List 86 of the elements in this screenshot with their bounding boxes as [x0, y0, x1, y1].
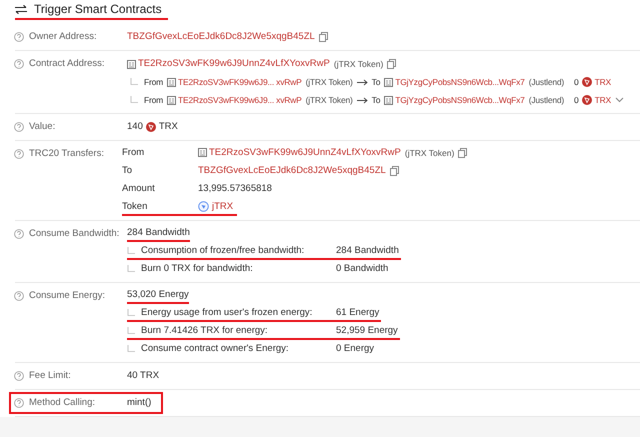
contract-icon: [167, 78, 176, 86]
to-label: To: [372, 76, 380, 88]
help-icon: [14, 59, 24, 69]
field-label: Fee Limit:: [29, 370, 71, 382]
help-icon: [14, 371, 24, 381]
resource-item-value: 0 Energy: [336, 342, 376, 354]
resource-item-value: 284 Bandwidth: [336, 244, 400, 256]
contract-icon: [384, 96, 394, 104]
field-label: Consume Energy:: [29, 290, 106, 302]
address-link[interactable]: TE2RzoSV3wFK99w6J9UnnZ4vLfXYoxvRwP: [138, 58, 330, 70]
address-link[interactable]: TE2RzoSV3wFK99w6J9... xvRwP: [178, 94, 302, 106]
transfer-label: From: [122, 146, 146, 158]
address-link[interactable]: TE2RzoSV3wFK99w6J9... xvRwP: [178, 76, 302, 88]
contract-icon: [384, 78, 394, 86]
resource-item-label: Burn 7.41426 TRX for energy:: [141, 324, 269, 336]
address-link[interactable]: TBZGfGvexLcEoEJdk6Dc8J2We5xqgB45ZL: [127, 31, 315, 43]
branch-icon: [127, 326, 135, 334]
resource-item-label: Energy usage from user's frozen energy:: [141, 306, 314, 318]
copy-icon[interactable]: [458, 148, 468, 158]
section-title: Trigger Smart Contracts: [34, 3, 162, 15]
transfer-label: Amount: [122, 182, 156, 194]
transfer-amount: 13,995.57365818: [198, 182, 272, 194]
field-label: Contract Address:: [29, 58, 105, 70]
address-link[interactable]: TGjYzgCyPobsNS9n6Wcb...WqFx7: [395, 94, 525, 106]
token-tag: (jTRX Token): [404, 146, 454, 158]
branch-icon: [127, 246, 135, 254]
contract-tag: (Justlend): [528, 76, 564, 88]
copy-icon[interactable]: [387, 59, 396, 69]
field-value: mint(): [127, 397, 152, 409]
contract-icon: [198, 148, 207, 157]
transfer-amount: 0: [574, 94, 579, 106]
field-value: 40 TRX: [127, 370, 160, 382]
address-link[interactable]: TGjYzgCyPobsNS9n6Wcb...WqFx7: [395, 76, 525, 88]
field-label: Owner Address:: [29, 31, 97, 43]
token-tag: (jTRX Token): [306, 76, 353, 88]
help-icon: [14, 229, 24, 239]
branch-icon: [130, 78, 138, 86]
coin-icon: [582, 77, 592, 87]
field-label: Consume Bandwidth:: [29, 228, 120, 240]
from-label: From: [144, 76, 164, 88]
branch-icon: [127, 308, 135, 316]
from-label: From: [144, 94, 164, 106]
resource-item-label: Consumption of frozen/free bandwidth:: [141, 244, 306, 256]
branch-icon: [130, 96, 138, 104]
copy-icon[interactable]: [390, 166, 399, 176]
to-label: To: [372, 94, 380, 106]
coin-icon: [146, 122, 156, 132]
resource-total: 284 Bandwidth: [127, 226, 190, 238]
help-icon: [14, 149, 24, 159]
token-tag: (jTRX Token): [306, 94, 353, 106]
resource-item-value: 0 Bandwidth: [336, 262, 390, 274]
resource-item-value: 61 Energy: [336, 306, 380, 318]
resource-item-label: Burn 0 TRX for bandwidth:: [141, 262, 254, 274]
field-label: TRC20 Transfers:: [29, 148, 104, 160]
token-tag: (jTRX Token): [334, 58, 384, 70]
transfer-amount: 0: [574, 76, 579, 88]
field-label: Method Calling:: [29, 397, 96, 409]
branch-icon: [127, 344, 135, 352]
resource-item-label: Consume contract owner's Energy:: [141, 342, 290, 354]
currency-link[interactable]: TRX: [594, 94, 611, 106]
resource-total: 53,020 Energy: [127, 288, 189, 300]
value-amount: 140: [127, 121, 143, 133]
transfer-label: To: [122, 164, 134, 176]
token-icon: [198, 201, 209, 212]
branch-icon: [127, 264, 135, 272]
help-icon: [14, 122, 24, 132]
currency-unit: TRX: [158, 121, 178, 133]
copy-icon[interactable]: [318, 32, 328, 42]
arrow-right-icon: [356, 96, 368, 104]
field-label: Value:: [29, 121, 56, 133]
address-link[interactable]: TBZGfGvexLcEoEJdk6Dc8J2We5xqgB45ZL: [198, 164, 386, 176]
help-icon: [14, 32, 24, 42]
chevron-down-icon[interactable]: [614, 97, 624, 103]
coin-icon: [582, 95, 592, 105]
contract-icon: [167, 96, 176, 104]
help-icon: [14, 291, 24, 301]
currency-link[interactable]: TRX: [594, 76, 611, 88]
arrow-right-icon: [356, 78, 368, 86]
resource-item-value: 52,959 Energy: [336, 324, 399, 336]
contract-tag: (Justlend): [528, 94, 564, 106]
token-link[interactable]: jTRX: [212, 200, 234, 212]
transfer-label: Token: [122, 200, 148, 212]
contract-icon: [127, 60, 136, 68]
help-icon: [14, 398, 24, 408]
swap-arrows-icon: [15, 4, 27, 14]
address-link[interactable]: TE2RzoSV3wFK99w6J9UnnZ4vLfXYoxvRwP: [209, 146, 401, 158]
